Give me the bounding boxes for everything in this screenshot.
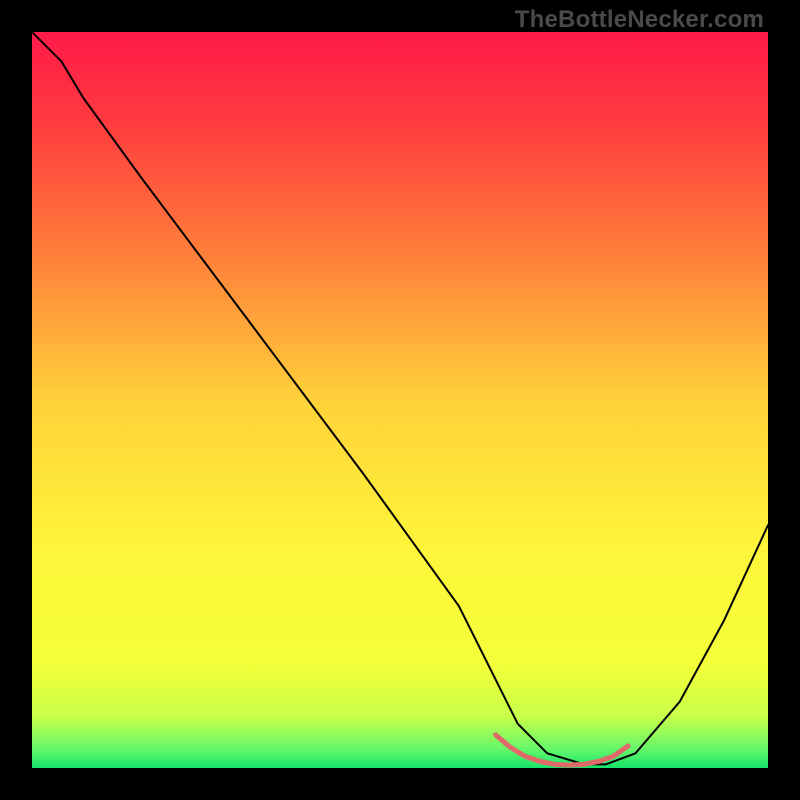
chart-background (32, 32, 768, 768)
bottleneck-chart (32, 32, 768, 768)
watermark-text: TheBottleNecker.com (515, 6, 764, 34)
chart-frame (32, 32, 768, 768)
